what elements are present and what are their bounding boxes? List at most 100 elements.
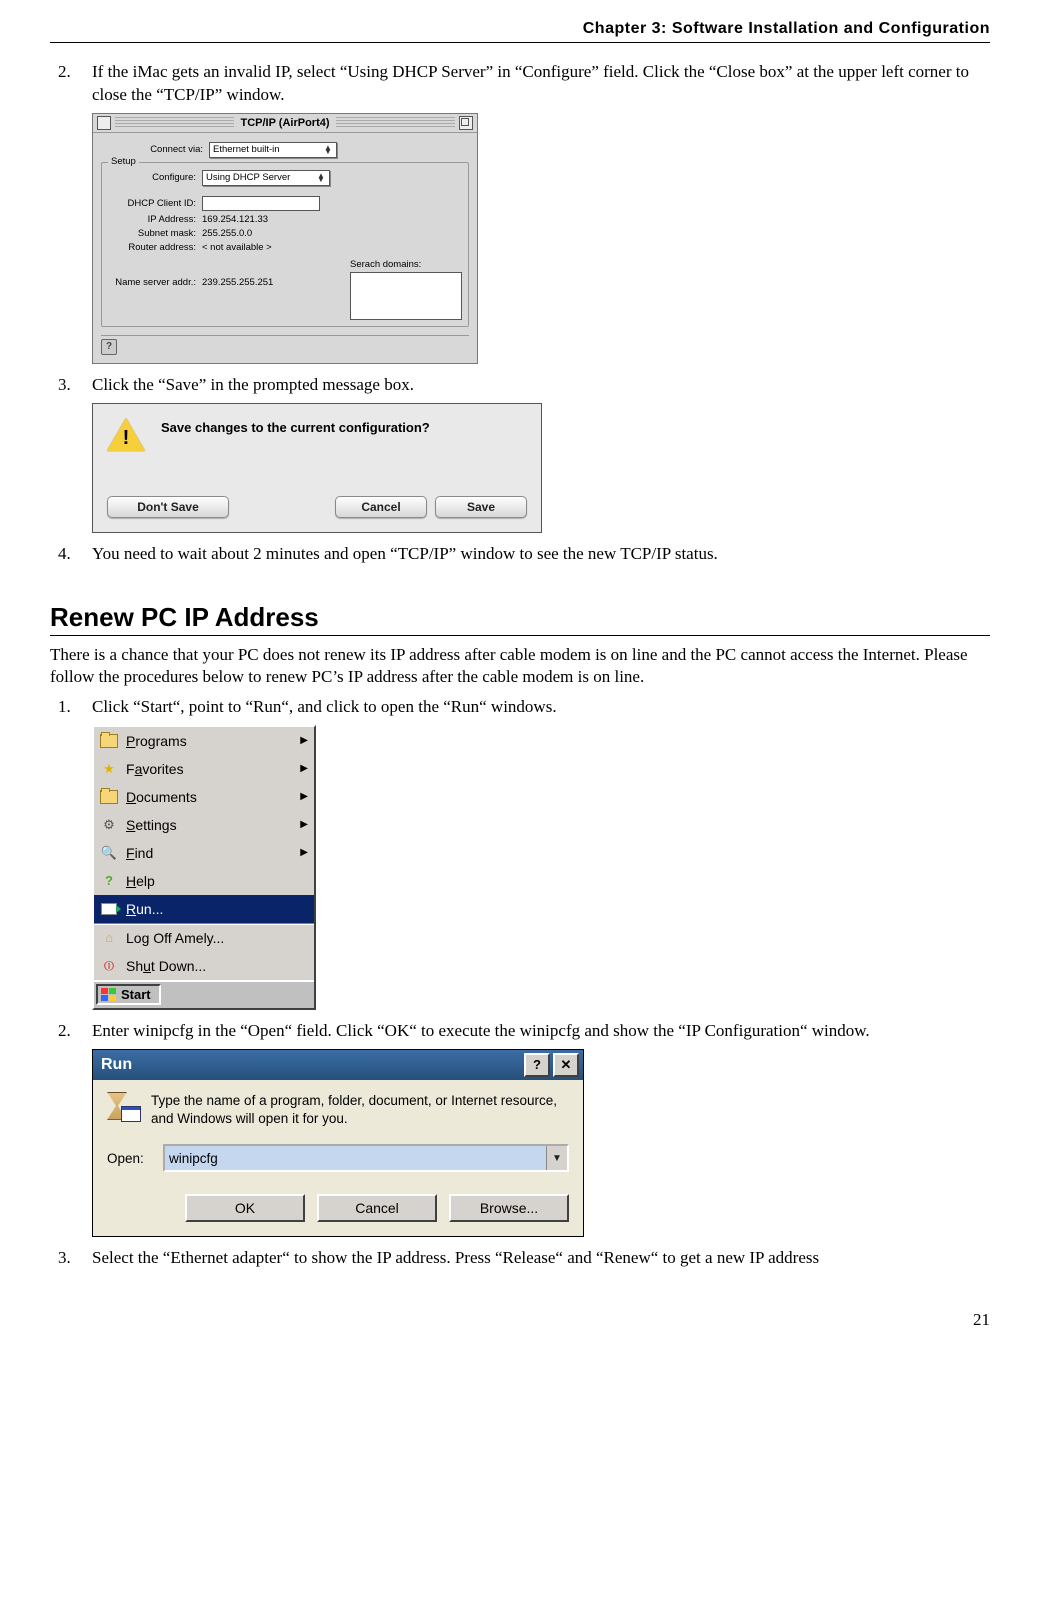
ok-button[interactable]: OK <box>185 1194 305 1222</box>
submenu-arrow-icon: ▶ <box>300 735 308 746</box>
menu-item-favorites[interactable]: ★ Favorites ▶ <box>94 755 314 783</box>
subnet-label: Subnet mask: <box>108 228 202 239</box>
start-menu: Programs ▶ ★ Favorites ▶ Documents ▶ ⚙ S… <box>92 725 316 1010</box>
open-input[interactable] <box>165 1146 546 1170</box>
menu-item-shutdown[interactable]: ⏼ Shut Down... <box>94 952 314 980</box>
connect-via-select[interactable]: Ethernet built-in ▲▼ <box>209 142 337 158</box>
section-rule <box>50 635 990 636</box>
start-button[interactable]: Start <box>96 984 161 1005</box>
open-label: Open: <box>107 1151 163 1166</box>
router-label: Router address: <box>108 242 202 253</box>
programs-icon <box>100 732 118 750</box>
documents-icon <box>100 788 118 806</box>
menu-label: Settings <box>126 817 177 833</box>
step-number: 3. <box>50 374 92 397</box>
shutdown-icon: ⏼ <box>100 957 118 975</box>
submenu-arrow-icon: ▶ <box>300 763 308 774</box>
ip-address-value: 169.254.121.33 <box>202 214 268 225</box>
windows-flag-icon <box>101 988 117 1002</box>
dhcp-client-label: DHCP Client ID: <box>108 198 202 209</box>
menu-label: Run... <box>126 901 163 917</box>
warning-icon: ! <box>107 418 145 452</box>
menu-item-logoff[interactable]: ⌂ Log Off Amely... <box>94 923 314 952</box>
titlebar-help-button[interactable]: ? <box>524 1053 550 1077</box>
menu-label: Programs <box>126 733 187 749</box>
menu-item-run[interactable]: Run... <box>94 895 314 923</box>
setup-legend: Setup <box>108 156 139 167</box>
dialog-message: Save changes to the current configuratio… <box>161 418 430 435</box>
step-text: Click the “Save” in the prompted message… <box>92 374 990 397</box>
subnet-value: 255.255.0.0 <box>202 228 252 239</box>
step-b3: 3. Select the “Ethernet adapter“ to show… <box>50 1247 990 1270</box>
dropdown-arrow-icon[interactable]: ▼ <box>546 1146 567 1170</box>
step-b1: 1. Click “Start“, point to “Run“, and cl… <box>50 696 990 719</box>
step-a3: 3. Click the “Save” in the prompted mess… <box>50 374 990 397</box>
browse-button[interactable]: Browse... <box>449 1194 569 1222</box>
search-domains-label: Serach domains: <box>350 259 462 270</box>
step-text: Enter winipcfg in the “Open“ field. Clic… <box>92 1020 990 1043</box>
submenu-arrow-icon: ▶ <box>300 791 308 802</box>
find-icon: 🔍 <box>100 844 118 862</box>
header-rule <box>50 42 990 43</box>
menu-item-programs[interactable]: Programs ▶ <box>94 727 314 755</box>
cancel-button[interactable]: Cancel <box>317 1194 437 1222</box>
open-combobox[interactable]: ▼ <box>163 1144 569 1172</box>
close-box[interactable] <box>97 116 111 130</box>
settings-icon: ⚙ <box>100 816 118 834</box>
connect-via-label: Connect via: <box>101 144 209 155</box>
section-heading: Renew PC IP Address <box>50 602 990 633</box>
step-a4: 4. You need to wait about 2 minutes and … <box>50 543 990 566</box>
nameserver-value: 239.255.255.251 <box>202 277 273 288</box>
run-dialog: Run ? ✕ Type the name of a program, fold… <box>92 1049 584 1237</box>
save-changes-dialog: ! Save changes to the current configurat… <box>92 403 542 533</box>
submenu-arrow-icon: ▶ <box>300 819 308 830</box>
run-icon <box>100 900 118 918</box>
dhcp-client-input[interactable] <box>202 196 320 211</box>
cancel-button[interactable]: Cancel <box>335 496 427 518</box>
step-b2: 2. Enter winipcfg in the “Open“ field. C… <box>50 1020 990 1043</box>
setup-fieldset: Setup Configure: Using DHCP Server ▲▼ DH… <box>101 162 469 327</box>
logoff-icon: ⌂ <box>100 929 118 947</box>
menu-item-documents[interactable]: Documents ▶ <box>94 783 314 811</box>
help-icon[interactable]: ? <box>101 339 117 355</box>
mac-titlebar: TCP/IP (AirPort4) <box>93 114 477 133</box>
menu-label: Documents <box>126 789 197 805</box>
start-label: Start <box>121 987 151 1002</box>
mac-tcpip-window: TCP/IP (AirPort4) Connect via: Ethernet … <box>92 113 478 364</box>
titlebar-close-button[interactable]: ✕ <box>553 1053 579 1077</box>
zoom-box[interactable] <box>459 116 473 130</box>
step-text: Click “Start“, point to “Run“, and click… <box>92 696 990 719</box>
menu-item-settings[interactable]: ⚙ Settings ▶ <box>94 811 314 839</box>
step-number: 2. <box>50 1020 92 1043</box>
submenu-arrow-icon: ▶ <box>300 847 308 858</box>
step-number: 1. <box>50 696 92 719</box>
titlebar-texture <box>115 117 281 129</box>
help-icon: ? <box>100 872 118 890</box>
step-text: If the iMac gets an invalid IP, select “… <box>92 61 990 107</box>
menu-label: Help <box>126 873 155 889</box>
step-number: 3. <box>50 1247 92 1270</box>
connect-via-value: Ethernet built-in <box>213 144 280 155</box>
menu-item-find[interactable]: 🔍 Find ▶ <box>94 839 314 867</box>
configure-select[interactable]: Using DHCP Server ▲▼ <box>202 170 330 186</box>
step-number: 2. <box>50 61 92 107</box>
page-number: 21 <box>50 1310 990 1330</box>
chapter-header: Chapter 3: Software Installation and Con… <box>50 20 990 38</box>
save-button[interactable]: Save <box>435 496 527 518</box>
menu-item-help[interactable]: ? Help <box>94 867 314 895</box>
nameserver-label: Name server addr.: <box>108 277 202 288</box>
menu-label: Shut Down... <box>126 958 206 974</box>
select-arrows-icon: ▲▼ <box>323 146 333 154</box>
step-text: Select the “Ethernet adapter“ to show th… <box>92 1247 990 1270</box>
router-value: < not available > <box>202 242 272 253</box>
configure-label: Configure: <box>108 172 202 183</box>
dont-save-button[interactable]: Don't Save <box>107 496 229 518</box>
ip-address-label: IP Address: <box>108 214 202 225</box>
titlebar-texture <box>289 117 455 129</box>
run-description: Type the name of a program, folder, docu… <box>151 1092 569 1128</box>
section-intro: There is a chance that your PC does not … <box>50 644 990 688</box>
run-dialog-icon <box>107 1092 139 1120</box>
search-domains-field[interactable] <box>350 272 462 320</box>
step-a2: 2. If the iMac gets an invalid IP, selec… <box>50 61 990 107</box>
run-titlebar: Run ? ✕ <box>93 1050 583 1080</box>
